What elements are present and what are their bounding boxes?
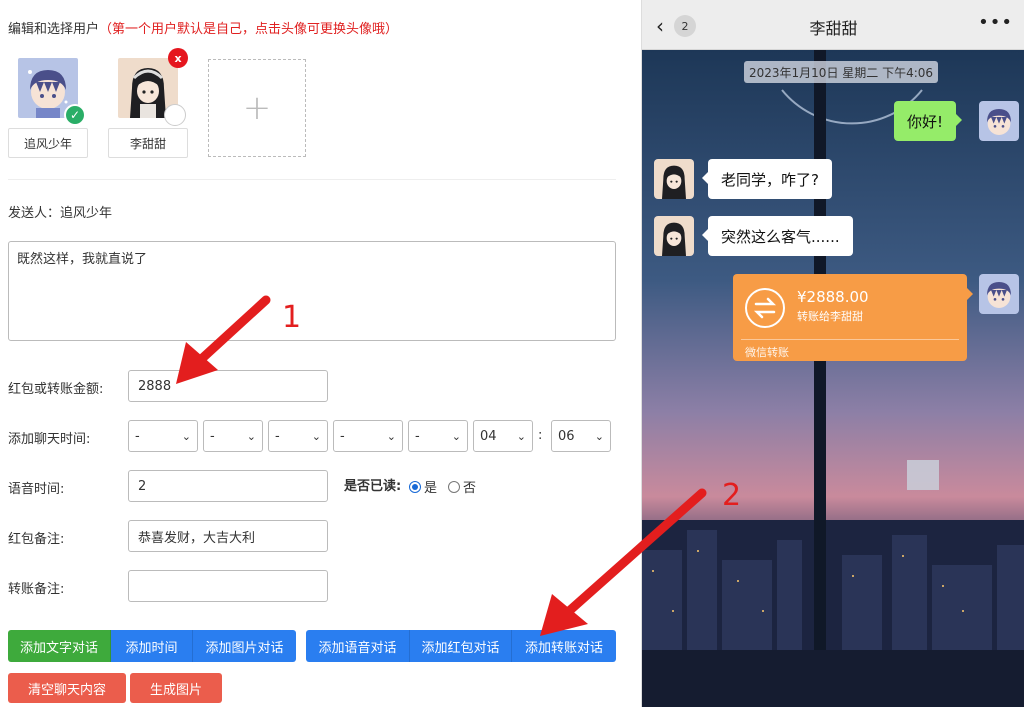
chevron-down-icon: ⌄ (246, 429, 256, 443)
chat-timestamp: 2023年1月10日 星期二 下午4:06 (744, 61, 939, 83)
chevron-down-icon: ⌄ (311, 429, 321, 443)
message-bubble-them: 突然这么客气...... (702, 216, 853, 256)
add-text-dialog-button[interactable]: 添加文字对话 (8, 630, 111, 662)
month-select-value: - (210, 428, 215, 444)
annotation-number-1: 1 (282, 300, 302, 335)
selected-check-icon: ✓ (64, 104, 86, 126)
chevron-down-icon: ⌄ (386, 429, 396, 443)
add-user-button[interactable]: + (208, 59, 306, 157)
sender-label: 发送人：追风少年 (8, 206, 113, 221)
chevron-down-icon: ⌄ (451, 429, 461, 443)
read-yes-label: 是 (424, 481, 438, 496)
amount-label: 红包或转账金额: (8, 382, 104, 397)
add-image-dialog-button[interactable]: 添加图片对话 (193, 630, 296, 662)
read-yes-radio[interactable]: 是 (409, 477, 437, 496)
clear-chat-button[interactable]: 清空聊天内容 (8, 673, 126, 703)
time-colon: : (538, 428, 543, 443)
message-textarea[interactable]: 既然这样，我就直说了 (8, 241, 616, 341)
add-time-button[interactable]: 添加时间 (111, 630, 193, 662)
chat-preview-phone: ‹ 2 李甜甜 ••• 2023年1月10日 星期二 下午4:06 你好! 老同… (641, 0, 1024, 707)
chat-editor-panel: 编辑和选择用户（第一个用户默认是自己，点击头像可更换头像哦） ✓ 追风少年 x … (0, 0, 640, 707)
generate-image-button[interactable]: 生成图片 (130, 673, 222, 703)
night-city-background (642, 50, 1024, 707)
redpacket-note-label: 红包备注: (8, 532, 65, 547)
transfer-arrows-icon (745, 288, 785, 328)
transfer-recipient: 转账给李甜甜 (797, 310, 863, 323)
chevron-down-icon: ⌄ (594, 429, 604, 443)
weekday-select[interactable]: - ⌄ (333, 420, 403, 452)
divider (8, 179, 616, 180)
user-name-field[interactable]: 追风少年 (8, 128, 88, 158)
message-bubble-them: 老同学，咋了? (702, 159, 832, 199)
delete-user-icon[interactable]: x (168, 48, 188, 68)
year-select-value: - (135, 428, 140, 444)
redpacket-note-input[interactable] (128, 520, 328, 552)
avatar-boy (979, 101, 1019, 141)
chevron-down-icon: ⌄ (516, 429, 526, 443)
minute-select[interactable]: 06 ⌄ (551, 420, 611, 452)
read-status-label: 是否已读: (344, 479, 402, 494)
read-no-radio[interactable]: 否 (448, 477, 476, 496)
chat-topbar: ‹ 2 李甜甜 ••• (642, 0, 1024, 50)
avatar-boy (979, 274, 1019, 314)
button-group-2: 添加语音对话 添加红包对话 添加转账对话 (306, 630, 616, 662)
hour-select[interactable]: 04 ⌄ (473, 420, 533, 452)
day-select-value: - (275, 428, 280, 444)
editor-heading: 编辑和选择用户（第一个用户默认是自己，点击头像可更换头像哦） (8, 18, 398, 37)
unselected-circle-icon[interactable] (164, 104, 186, 126)
minute-select-value: 06 (558, 428, 575, 444)
annotation-number-2: 2 (722, 478, 742, 513)
voice-duration-input[interactable] (128, 470, 328, 502)
avatar-girl (654, 159, 694, 199)
weekday-select-value: - (340, 428, 345, 444)
add-redpacket-dialog-button[interactable]: 添加红包对话 (410, 630, 512, 662)
ampm-select-value: - (415, 428, 420, 444)
amount-input[interactable] (128, 370, 328, 402)
transfer-card: ¥2888.00 转账给李甜甜 微信转账 (733, 274, 973, 361)
hour-select-value: 04 (480, 428, 497, 444)
read-no-label: 否 (463, 481, 477, 496)
month-select[interactable]: - ⌄ (203, 420, 263, 452)
add-voice-dialog-button[interactable]: 添加语音对话 (306, 630, 410, 662)
transfer-footer: 微信转账 (745, 346, 789, 359)
heading-text: 编辑和选择用户 (8, 22, 100, 37)
message-bubble-me: 你好! (894, 101, 963, 141)
chat-title: 李甜甜 (809, 19, 858, 38)
radio-checked-icon (409, 480, 421, 493)
voice-label: 语音时间: (8, 482, 65, 497)
button-group-1: 添加文字对话 添加时间 添加图片对话 (8, 630, 296, 662)
transfer-note-label: 转账备注: (8, 582, 65, 597)
day-select[interactable]: - ⌄ (268, 420, 328, 452)
radio-unchecked-icon (448, 480, 460, 493)
chevron-down-icon: ⌄ (181, 429, 191, 443)
time-label: 添加聊天时间: (8, 432, 91, 447)
year-select[interactable]: - ⌄ (128, 420, 198, 452)
user-name-field[interactable]: 李甜甜 (108, 128, 188, 158)
avatar-girl (654, 216, 694, 256)
ampm-select[interactable]: - ⌄ (408, 420, 468, 452)
more-options-icon[interactable]: ••• (978, 12, 1013, 33)
add-transfer-dialog-button[interactable]: 添加转账对话 (512, 630, 616, 662)
transfer-note-input[interactable] (128, 570, 328, 602)
transfer-divider (741, 339, 959, 340)
transfer-amount: ¥2888.00 (797, 288, 869, 306)
heading-hint: （第一个用户默认是自己，点击头像可更换头像哦） (99, 22, 399, 37)
